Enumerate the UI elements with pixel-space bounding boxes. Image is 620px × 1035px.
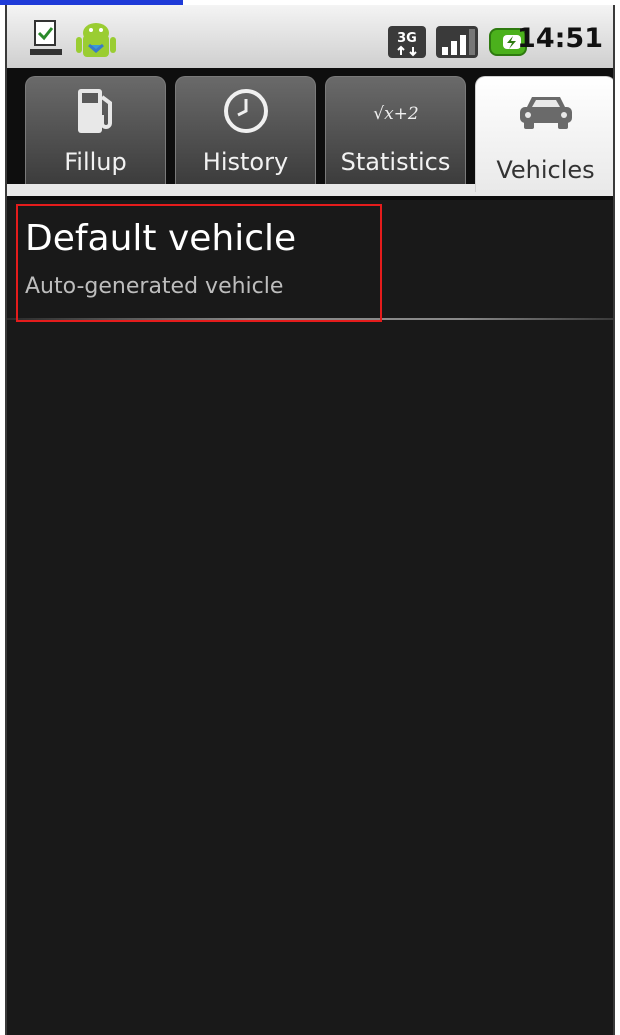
android-debug-icon (76, 23, 116, 57)
tab-fillup-label: Fillup (64, 148, 127, 176)
network-type-text: 3G (397, 31, 417, 46)
tab-statistics-label: Statistics (340, 148, 451, 176)
status-clock: 14:51 (517, 23, 603, 54)
network-3g-icon: 3G (388, 26, 426, 58)
list-divider (7, 318, 613, 320)
tab-statistics[interactable]: √x+2 Statistics (325, 76, 466, 184)
formula-icon: √x+2 (373, 104, 418, 124)
fuel-pump-icon (77, 89, 112, 133)
clock-icon (223, 89, 268, 133)
formula-icon-text: √x+2 (373, 104, 418, 124)
tab-history[interactable]: History (175, 76, 316, 184)
download-doc-icon (30, 20, 62, 55)
vehicle-description: Auto-generated vehicle (25, 274, 284, 299)
tab-fillup[interactable]: Fillup (25, 76, 166, 184)
signal-strength-icon (436, 26, 478, 58)
status-bar: 3G 14:51 (7, 5, 613, 69)
tab-bar: Fillup History √x+2 Statistics Vehicles (7, 68, 613, 200)
vehicle-list-item[interactable]: Default vehicle Auto-generated vehicle (7, 200, 613, 318)
tab-history-label: History (202, 148, 289, 176)
car-icon (519, 97, 572, 129)
tab-vehicles-label: Vehicles (496, 156, 595, 184)
tab-vehicles[interactable]: Vehicles (475, 76, 613, 192)
vehicle-name: Default vehicle (25, 218, 297, 259)
device-screen: 3G 14:51 Fillup History √x+2 Statistics … (5, 5, 615, 1035)
